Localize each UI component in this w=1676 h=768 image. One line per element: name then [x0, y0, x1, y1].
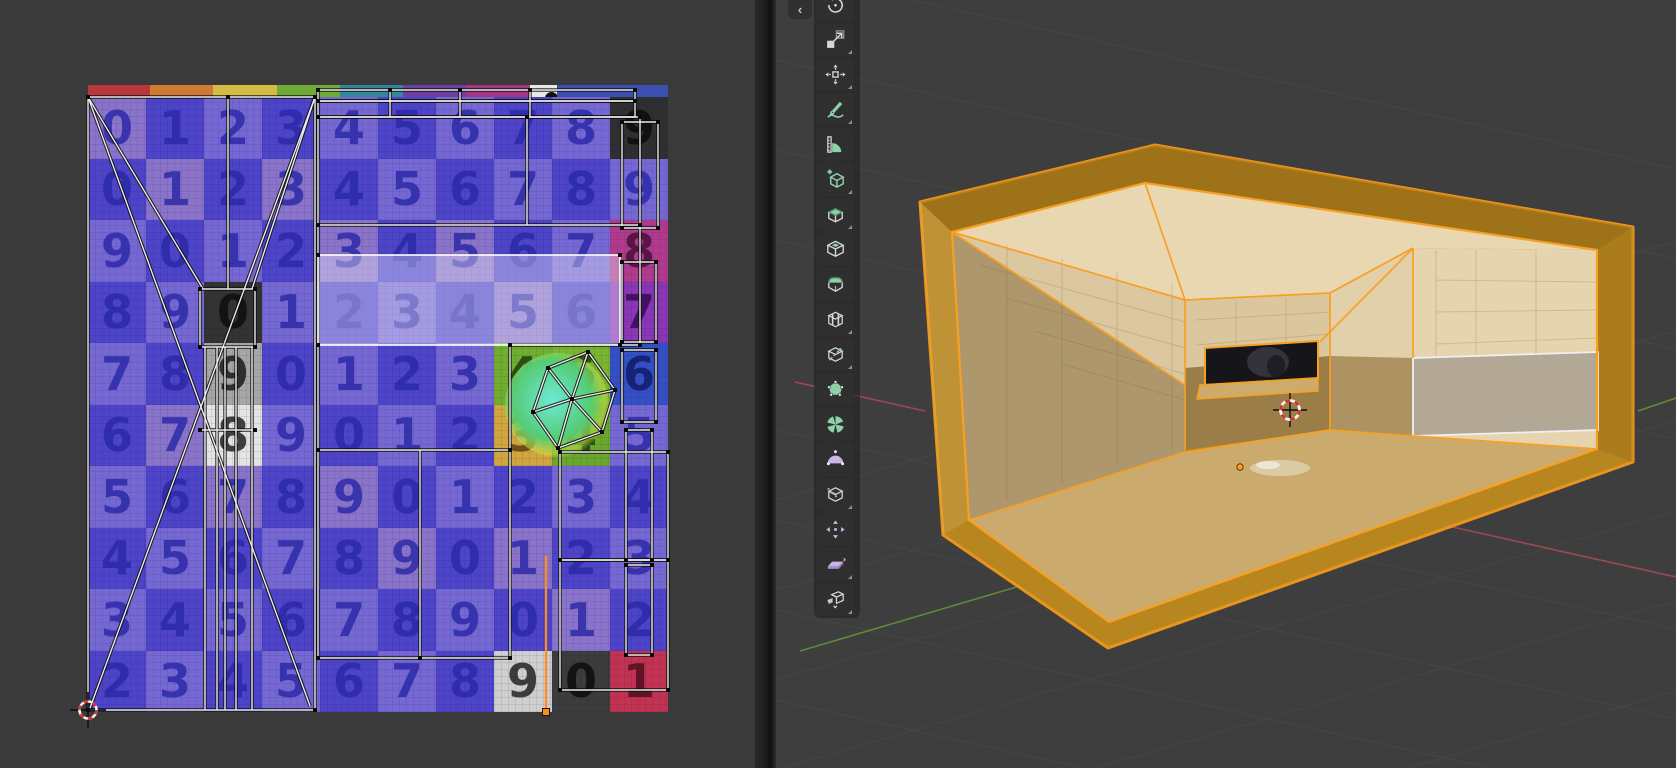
tool-shrink-fatten[interactable] [816, 513, 854, 546]
tool-extrude-region[interactable] [816, 198, 854, 231]
tool-annotate[interactable] [816, 93, 854, 126]
smooth-icon [824, 448, 847, 471]
tool-options-indicator [848, 225, 852, 229]
spin-icon [824, 413, 847, 436]
tool-measure[interactable] [816, 128, 854, 161]
room-gray-panel [1413, 352, 1598, 436]
viewport-3d-canvas[interactable] [776, 0, 1676, 768]
shrink-fatten-icon [824, 518, 847, 541]
tool-options-indicator [848, 85, 852, 89]
knife-icon [824, 343, 847, 366]
scale-icon [824, 28, 847, 51]
uv-island-edges-shadow [88, 90, 668, 710]
tool-poly-build[interactable] [816, 373, 854, 406]
chevron-left-icon: ‹ [798, 2, 802, 17]
tool-options-indicator [848, 330, 852, 334]
object-origin-dot [1237, 464, 1243, 470]
transform-icon [824, 63, 847, 86]
tool-transform[interactable] [816, 58, 854, 91]
tool-edge-slide[interactable] [816, 478, 854, 511]
bevel-icon [824, 273, 847, 296]
tool-smooth[interactable] [816, 443, 854, 476]
poly-build-icon [824, 378, 847, 401]
tool-bevel[interactable] [816, 268, 854, 301]
tool-options-indicator [848, 610, 852, 614]
loop-cut-icon [824, 308, 847, 331]
sidebar-collapse-tab[interactable]: ‹ [788, 0, 812, 19]
tool-options-indicator [848, 365, 852, 369]
tool-options-indicator [848, 50, 852, 54]
blender-window: 0123456789012345678990123456788901234567… [0, 0, 1676, 768]
shear-icon [824, 553, 847, 576]
tool-shear[interactable] [816, 548, 854, 581]
tool-options-indicator [848, 190, 852, 194]
tool-options-indicator [848, 505, 852, 509]
edge-slide-icon [824, 483, 847, 506]
extrude-region-icon [824, 203, 847, 226]
tool-options-indicator [848, 575, 852, 579]
tool-rotate[interactable] [816, 0, 854, 21]
tool-inset-faces[interactable] [816, 233, 854, 266]
tool-scale[interactable] [816, 23, 854, 56]
tool-spin[interactable] [816, 408, 854, 441]
uv-editor-canvas[interactable]: 0123456789012345678990123456788901234567… [0, 0, 755, 768]
add-cube-icon [824, 168, 847, 191]
uv-wireframe-overlay [0, 0, 755, 768]
tool-rip-region[interactable] [816, 583, 854, 616]
uv-editor-pane: 0123456789012345678990123456788901234567… [0, 0, 755, 768]
uv-vertices [86, 88, 670, 712]
tool-knife[interactable] [816, 338, 854, 371]
editor-split-divider[interactable] [755, 0, 776, 768]
window-reflection-dark [1267, 355, 1285, 377]
tool-add-cube[interactable] [816, 163, 854, 196]
viewport-3d-pane: ‹ [776, 0, 1676, 768]
annotate-icon [824, 98, 847, 121]
tool-options-indicator [848, 120, 852, 124]
uv-selected-edge[interactable] [543, 556, 550, 716]
measure-icon [824, 133, 847, 156]
tool-column [814, 0, 860, 618]
room-corner-wall-dirt [1330, 356, 1413, 436]
room-right-frame-shade [1597, 227, 1633, 462]
uv-2d-cursor-icon [70, 692, 106, 728]
tool-loop-cut[interactable] [816, 303, 854, 336]
uv-selected-face-highlight[interactable] [318, 255, 620, 345]
floor-papers-decal-2 [1256, 461, 1280, 469]
room-mesh[interactable] [920, 145, 1633, 648]
uv-island-edges [88, 90, 668, 710]
inset-faces-icon [824, 238, 847, 261]
rip-region-icon [824, 588, 847, 611]
rotate-icon [824, 0, 847, 16]
